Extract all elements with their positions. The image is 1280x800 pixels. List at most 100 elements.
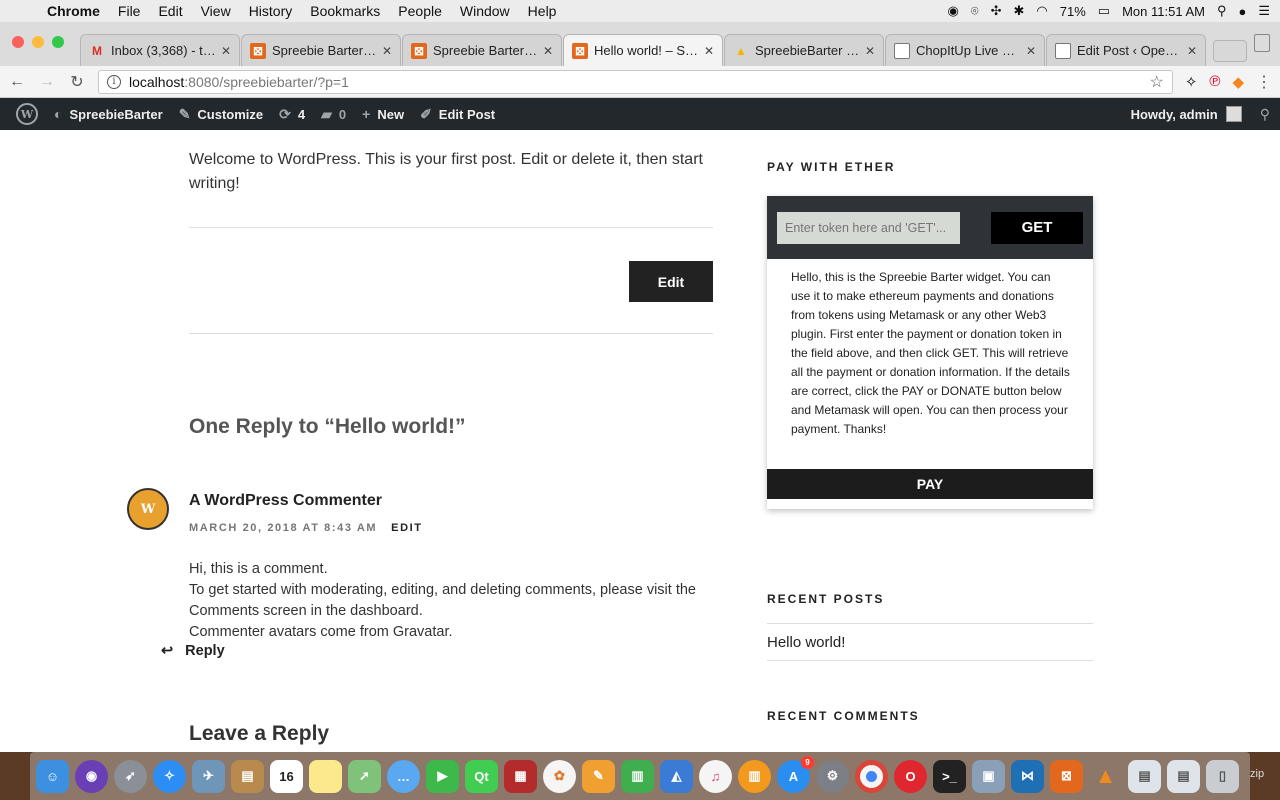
close-tab-icon[interactable]: ✕: [221, 44, 231, 58]
keynote-icon[interactable]: ◭: [660, 759, 693, 793]
menu-edit[interactable]: Edit: [149, 3, 191, 19]
new-content-menu[interactable]: + New: [354, 106, 412, 122]
reload-icon[interactable]: ↻: [68, 72, 86, 92]
ibooks-icon[interactable]: ▥: [738, 759, 771, 793]
tab-chopitup[interactable]: ChopItUp Live Cha ✕: [885, 34, 1045, 66]
site-name-menu[interactable]: ◐ SpreebieBarter: [46, 106, 171, 122]
image-capture-icon[interactable]: ▣: [972, 759, 1005, 793]
comments-link[interactable]: ▰ 0: [313, 106, 354, 123]
bluetooth-icon[interactable]: ✱: [1014, 3, 1025, 19]
battery-icon[interactable]: ▭: [1098, 3, 1110, 19]
site-info-icon[interactable]: i: [107, 74, 121, 89]
bookmark-star-icon[interactable]: ☆: [1149, 72, 1163, 92]
tab-spreebie-2[interactable]: ⊠ Spreebie Barter Co ✕: [402, 34, 562, 66]
notification-center-icon[interactable]: ☰: [1258, 3, 1270, 19]
menu-app-chrome[interactable]: Chrome: [38, 3, 109, 19]
extension-icon[interactable]: ✧: [1185, 73, 1198, 91]
menu-bookmarks[interactable]: Bookmarks: [301, 3, 389, 19]
wp-logo-menu[interactable]: W: [8, 103, 46, 125]
contacts-icon[interactable]: ▤: [231, 759, 264, 793]
wp-admin-bar: W ◐ SpreebieBarter ✎ Customize ⟳ 4 ▰ 0 +…: [0, 98, 1280, 130]
vlc-icon[interactable]: ▲: [1089, 760, 1122, 793]
comment-edit-link[interactable]: EDIT: [391, 522, 422, 534]
comment-date[interactable]: MARCH 20, 2018 AT 8:43 AM: [189, 522, 377, 534]
updates-link[interactable]: ⟳ 4: [271, 106, 313, 123]
reply-arrow-icon: ↩: [161, 643, 174, 659]
my-account-menu[interactable]: Howdy, admin: [1123, 106, 1250, 122]
launchpad-icon[interactable]: ➶: [114, 759, 147, 793]
close-tab-icon[interactable]: ✕: [1026, 44, 1036, 58]
maps-icon[interactable]: ➚: [348, 759, 381, 793]
calendar-icon[interactable]: 16: [270, 759, 303, 793]
finder-icon[interactable]: ☺: [36, 759, 69, 793]
menu-history[interactable]: History: [240, 3, 302, 19]
spotlight-icon[interactable]: ⚲: [1217, 3, 1227, 19]
comment-author[interactable]: A WordPress Commenter: [189, 492, 382, 510]
tab-edit-post[interactable]: Edit Post ‹ Open Bo ✕: [1046, 34, 1206, 66]
photobooth-icon[interactable]: ▦: [504, 759, 537, 793]
app-status-icon[interactable]: ◉: [947, 3, 958, 19]
metamask-icon[interactable]: ◆: [1232, 73, 1244, 91]
address-bar[interactable]: i localhost :8080/spreebiebarter/?p=1 ☆: [98, 69, 1173, 94]
documents-stack-icon[interactable]: ▤: [1167, 759, 1200, 793]
battery-percent[interactable]: 71%: [1060, 4, 1086, 19]
pinterest-icon[interactable]: ℗: [1209, 73, 1220, 90]
pay-button[interactable]: PAY: [767, 469, 1093, 499]
itunes-icon[interactable]: ♫: [699, 759, 732, 793]
close-tab-icon[interactable]: ✕: [543, 44, 553, 58]
vscode-icon[interactable]: ⋈: [1011, 759, 1044, 793]
recent-post-link[interactable]: Hello world!: [767, 634, 845, 651]
tab-hello-world[interactable]: ⊠ Hello world! – Spre ✕: [563, 34, 723, 66]
reply-link[interactable]: ↩ Reply: [161, 643, 225, 659]
appstore-icon[interactable]: A9: [777, 755, 814, 793]
numbers-icon[interactable]: ▥: [621, 759, 654, 793]
wifi-icon[interactable]: ◠: [1036, 3, 1047, 19]
tab-firebase[interactable]: ▲ SpreebieBarter – D ✕: [724, 34, 884, 66]
tab-gmail[interactable]: M Inbox (3,368) - tha ✕: [80, 34, 240, 66]
close-tab-icon[interactable]: ✕: [1187, 44, 1197, 58]
system-preferences-icon[interactable]: ⚙: [816, 759, 849, 793]
minimize-window-button[interactable]: [32, 36, 44, 48]
siri-menubar-icon[interactable]: ●: [1238, 4, 1246, 19]
search-icon[interactable]: ⚲: [1260, 106, 1270, 123]
photos-icon[interactable]: ✿: [543, 759, 576, 793]
close-tab-icon[interactable]: ✕: [704, 44, 714, 58]
messages-icon[interactable]: …: [387, 759, 420, 793]
menu-help[interactable]: Help: [519, 3, 566, 19]
close-tab-icon[interactable]: ✕: [382, 44, 392, 58]
menu-window[interactable]: Window: [451, 3, 519, 19]
facetime-icon[interactable]: ▶: [426, 759, 459, 793]
downloads-stack-icon[interactable]: ▤: [1128, 759, 1161, 793]
profile-icon[interactable]: [1254, 34, 1270, 52]
pages-icon[interactable]: ✎: [582, 759, 615, 793]
menu-view[interactable]: View: [192, 3, 240, 19]
safari-icon[interactable]: ✧: [153, 759, 186, 793]
get-button[interactable]: GET: [991, 211, 1083, 244]
menu-file[interactable]: File: [109, 3, 150, 19]
siri-icon[interactable]: ◉: [75, 759, 108, 793]
extension-status-icon[interactable]: ✣: [991, 3, 1002, 19]
terminal-icon[interactable]: >_: [933, 759, 966, 793]
new-tab-button[interactable]: [1213, 40, 1247, 62]
xampp-icon[interactable]: ⊠: [1050, 759, 1083, 793]
close-window-button[interactable]: [12, 36, 24, 48]
chrome-icon[interactable]: [855, 759, 888, 793]
customize-link[interactable]: ✎ Customize: [171, 106, 271, 123]
menu-people[interactable]: People: [389, 3, 451, 19]
notes-icon[interactable]: [309, 759, 342, 793]
clock[interactable]: Mon 11:51 AM: [1122, 4, 1205, 19]
zoom-window-button[interactable]: [52, 36, 64, 48]
qt-icon[interactable]: Qt: [465, 759, 498, 793]
token-input[interactable]: [777, 211, 960, 244]
close-tab-icon[interactable]: ✕: [865, 44, 875, 58]
tab-spreebie-1[interactable]: ⊠ Spreebie Barter Co ✕: [241, 34, 401, 66]
opera-icon[interactable]: O: [894, 759, 927, 793]
edit-post-link[interactable]: ✐ Edit Post: [412, 106, 503, 123]
chrome-menu-icon[interactable]: ⋮: [1256, 72, 1272, 92]
preview-icon[interactable]: ✈: [192, 759, 225, 793]
edit-post-button[interactable]: Edit: [629, 261, 713, 302]
trash-icon[interactable]: ▯: [1206, 759, 1239, 793]
forward-arrow-icon[interactable]: →: [38, 73, 56, 91]
back-arrow-icon[interactable]: ←: [8, 73, 26, 91]
airdrop-icon[interactable]: ⌾: [971, 3, 979, 19]
